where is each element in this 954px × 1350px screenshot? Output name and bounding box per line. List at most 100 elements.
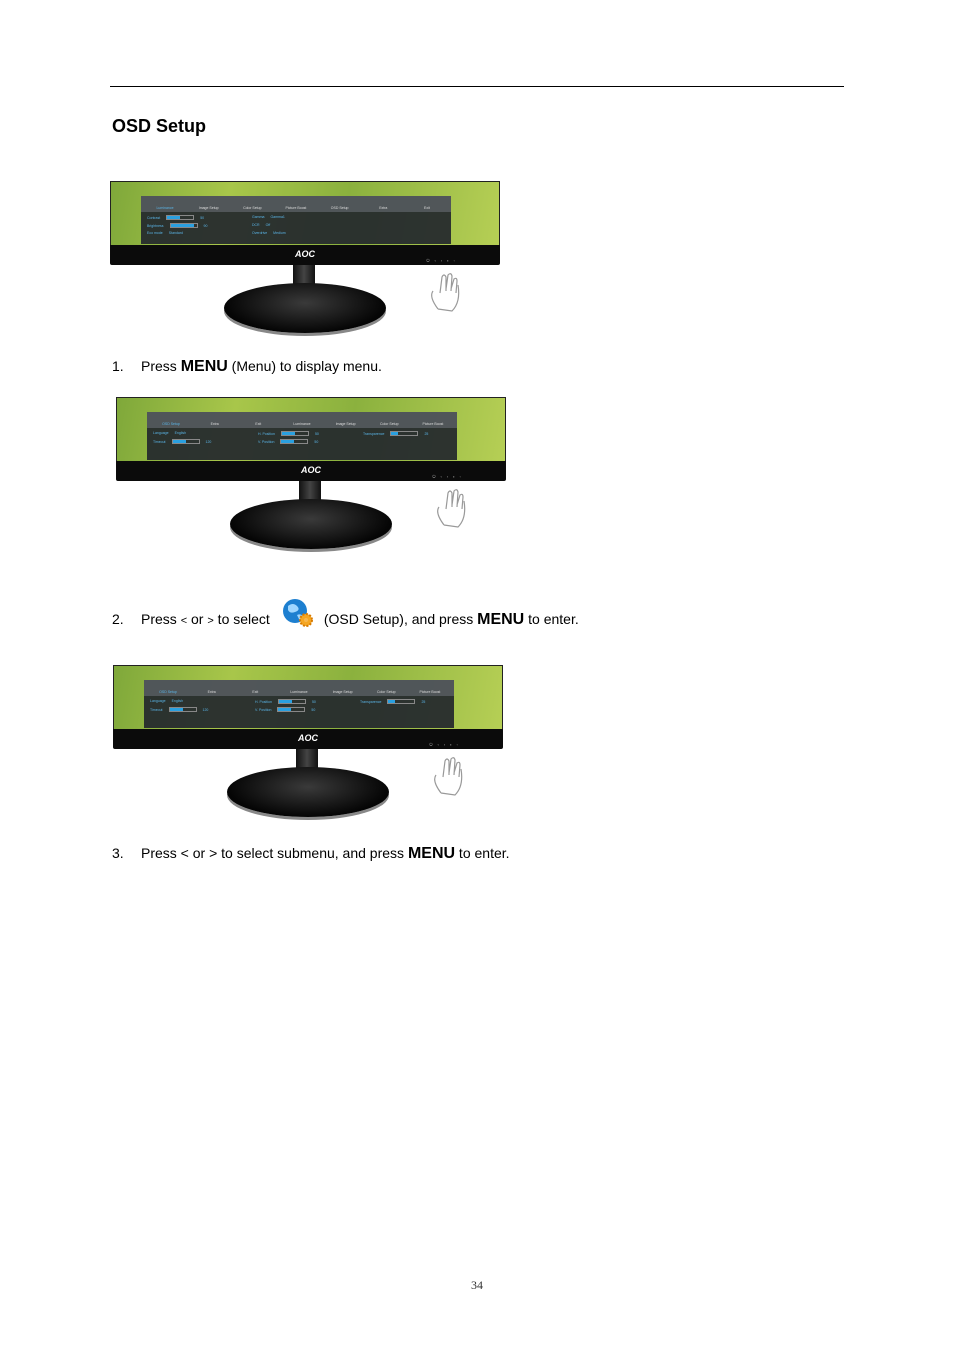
osd-row: DCR Off xyxy=(252,223,270,227)
hand-pointer-icon xyxy=(431,753,471,803)
osd-row-value: 50 xyxy=(311,699,316,704)
osd-row: Transparence 25 xyxy=(363,431,428,436)
osd-tab: Color Setup xyxy=(377,690,396,694)
osd-row: Brightness 90 xyxy=(147,223,207,228)
menu-key: MENU xyxy=(180,358,228,375)
front-buttons: ⏻‹›▪◦ xyxy=(432,474,466,479)
osd-row-value: Off xyxy=(265,223,271,227)
osd-tabs: OSD Setup Extra Exit Luminance Image Setup Co… xyxy=(147,412,457,428)
monitor-screen: Luminance Image Setup Color Setup Picture B… xyxy=(110,181,500,247)
osd-row-label: Eco mode xyxy=(147,231,163,235)
osd-row: H. Position 50 xyxy=(255,699,316,704)
osd-tab: Color Setup xyxy=(243,206,262,210)
page-number: 34 xyxy=(471,1278,483,1292)
osd-row-value: Standard xyxy=(168,231,183,235)
osd-tabs: OSD Setup Extra Exit Luminance Image Setup Co… xyxy=(144,680,454,696)
monitor-base xyxy=(227,767,389,817)
osd-row-label: H. Position xyxy=(255,699,272,704)
osd-row: Eco mode Standard xyxy=(147,231,183,235)
osd-slider xyxy=(169,223,198,228)
osd-row-value: 50 xyxy=(314,431,319,436)
osd-row-label: Overdrive xyxy=(252,231,268,235)
step-2: 2. Press < or > to select (OSD Setup), and… xyxy=(112,599,579,637)
osd-tab: Exit xyxy=(424,206,430,210)
osd-row-label: V. Position xyxy=(258,439,275,444)
osd-setup-globe-icon xyxy=(282,598,314,631)
osd-row-value: English xyxy=(174,431,187,435)
osd-tab: Luminance xyxy=(156,206,174,210)
hand-pointer-icon xyxy=(428,269,468,319)
osd-row: Transparence 25 xyxy=(360,699,425,704)
monitor-base xyxy=(230,499,392,549)
osd-row-value: English xyxy=(171,699,184,703)
osd-row: Language English xyxy=(153,431,186,435)
header-rule xyxy=(110,86,844,87)
osd-row: V. Position 50 xyxy=(258,439,318,444)
osd-row-label: V. Position xyxy=(255,707,272,712)
osd-slider xyxy=(277,699,306,704)
monitor-screen: OSD Setup Extra Exit Luminance Image Setup Co… xyxy=(113,665,503,731)
osd-row: H. Position 50 xyxy=(258,431,319,436)
osd-tab: OSD Setup xyxy=(162,422,180,426)
monitor-illustration-2: OSD Setup Extra Exit Luminance Image Setup Co… xyxy=(116,397,506,557)
step-1: 1. Press MENU (Menu) to display menu. xyxy=(112,358,382,375)
monitor-base xyxy=(224,283,386,333)
osd-tab: Luminance xyxy=(290,690,308,694)
osd-slider xyxy=(280,431,309,436)
osd-row: Overdrive Medium xyxy=(252,231,286,235)
osd-row-label: Transparence xyxy=(360,699,382,704)
osd-row-value: 50 xyxy=(200,215,205,220)
osd-row-value: 25 xyxy=(424,431,429,436)
osd-row-value: 120 xyxy=(205,439,212,444)
osd-slider-fill xyxy=(391,432,398,435)
osd-slider-fill xyxy=(388,700,395,703)
monitor-bezel: AOC ⏻‹›▪◦ xyxy=(113,729,503,749)
osd-slider-fill xyxy=(170,224,194,227)
osd-tab: Extra xyxy=(379,206,388,210)
monitor-illustration-1: Luminance Image Setup Color Setup Picture B… xyxy=(110,181,500,341)
osd-slider-fill xyxy=(167,216,181,219)
osd-tab: Image Setup xyxy=(335,422,356,426)
step-3: 3. Press < or > to select submenu, and pr… xyxy=(112,845,510,862)
osd-tab: Extra xyxy=(210,422,219,426)
osd-row: Language English xyxy=(150,699,183,703)
osd-tab: Luminance xyxy=(293,422,311,426)
osd-row: Contrast 50 xyxy=(147,215,204,220)
osd-menu: OSD Setup Extra Exit Luminance Image Setup Co… xyxy=(147,412,457,460)
menu-key: MENU xyxy=(407,845,456,862)
osd-row-value: 25 xyxy=(421,699,426,704)
osd-row-value: 50 xyxy=(311,707,316,712)
osd-slider xyxy=(387,699,416,704)
osd-tab: Picture Boost xyxy=(419,690,441,694)
menu-key: MENU xyxy=(477,611,525,629)
osd-slider xyxy=(168,707,197,712)
monitor-screen: OSD Setup Extra Exit Luminance Image Setup Co… xyxy=(116,397,506,463)
osd-row-label: DCR xyxy=(252,223,260,227)
osd-slider xyxy=(280,439,309,444)
osd-slider-fill xyxy=(172,440,186,443)
osd-row-value: 50 xyxy=(314,439,319,444)
monitor-bezel: AOC ⏻‹›▪◦ xyxy=(116,461,506,481)
osd-slider-fill xyxy=(281,432,295,435)
osd-tab: Picture Boost xyxy=(285,206,307,210)
osd-tab: Color Setup xyxy=(380,422,399,426)
osd-row-label: Timeout xyxy=(150,707,163,712)
osd-slider xyxy=(390,431,419,436)
hand-pointer-icon xyxy=(434,485,474,535)
osd-row-value: 90 xyxy=(203,223,208,228)
front-buttons: ⏻‹›▪◦ xyxy=(429,742,463,747)
osd-tabs: Luminance Image Setup Color Setup Picture B… xyxy=(141,196,451,212)
monitor-illustration-3: OSD Setup Extra Exit Luminance Image Setup Co… xyxy=(113,665,503,825)
osd-row-label: Timeout xyxy=(153,439,166,444)
osd-slider-fill xyxy=(281,440,295,443)
osd-tab: OSD Setup xyxy=(330,206,349,210)
osd-row-value: 120 xyxy=(202,707,209,712)
osd-row-value: Medium xyxy=(273,231,286,235)
osd-tab: Picture Boost xyxy=(422,422,444,426)
osd-tab: OSD Setup xyxy=(159,690,177,694)
osd-slider-fill xyxy=(278,700,292,703)
osd-slider xyxy=(277,707,306,712)
osd-tab: Extra xyxy=(207,690,216,694)
osd-tab: Image Setup xyxy=(332,690,353,694)
osd-row-label: Contrast xyxy=(147,215,161,220)
